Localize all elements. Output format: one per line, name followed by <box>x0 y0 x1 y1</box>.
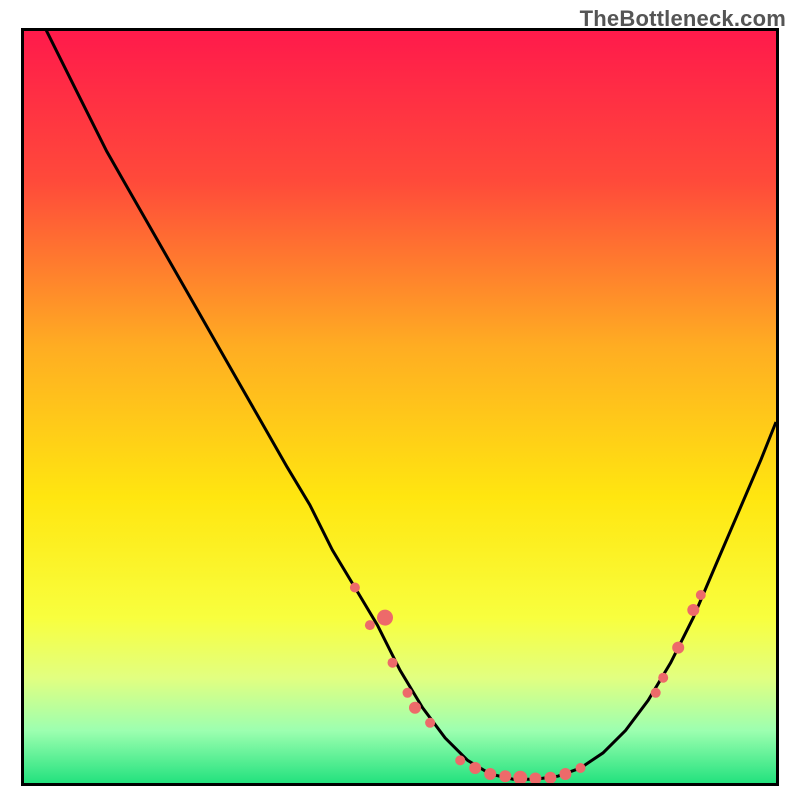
marker-dot <box>658 673 668 683</box>
marker-dot <box>576 763 586 773</box>
marker-dot <box>403 688 413 698</box>
marker-dot <box>350 583 360 593</box>
marker-dot <box>687 604 699 616</box>
marker-dot <box>559 768 571 780</box>
marker-dot <box>696 590 706 600</box>
marker-dot <box>484 768 496 780</box>
marker-dot <box>469 762 481 774</box>
marker-dot <box>377 610 393 626</box>
marker-dot <box>409 702 421 714</box>
marker-dot <box>672 642 684 654</box>
marker-dot <box>499 770 511 782</box>
marker-dot <box>455 755 465 765</box>
chart-frame: TheBottleneck.com <box>0 0 800 800</box>
marker-dot <box>651 688 661 698</box>
plot-surface <box>24 31 776 783</box>
marker-dot <box>365 620 375 630</box>
marker-dot <box>425 718 435 728</box>
plot-border <box>21 28 779 786</box>
marker-dot <box>388 658 398 668</box>
